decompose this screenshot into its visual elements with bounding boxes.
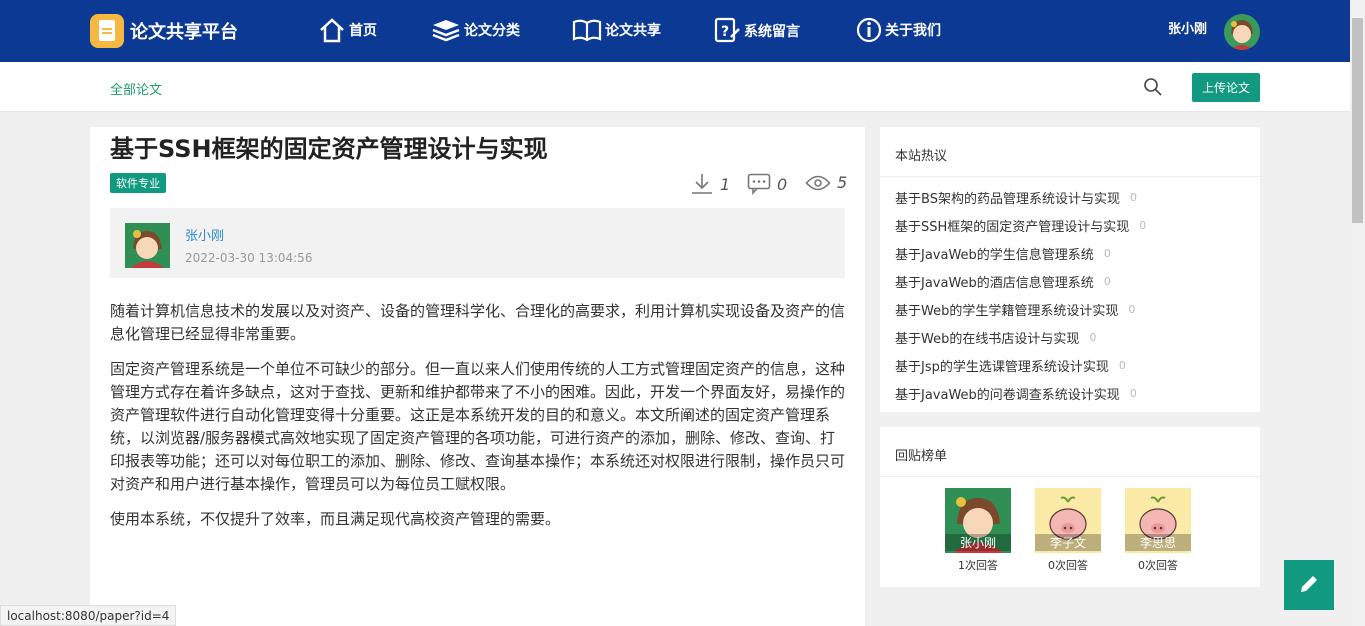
all-papers-link[interactable]: 全部论文: [110, 79, 162, 98]
hot-topic-item[interactable]: 基于SSH框架的固定资产管理设计与实现 0: [895, 211, 1245, 239]
reply-ranking-title: 回贴榜单: [880, 427, 1260, 477]
nav-home-label: 首页: [349, 23, 377, 39]
reply-ranking-card: 回贴榜单 张小刚 1次回答 李子文 0次回答 李思思 0次回答: [880, 427, 1260, 587]
eye-icon: [805, 175, 831, 190]
author-name-link[interactable]: 张小刚: [185, 225, 224, 244]
upload-paper-button[interactable]: 上传论文: [1192, 73, 1260, 102]
layers-icon: [432, 20, 460, 42]
nav-about-label: 关于我们: [885, 23, 941, 39]
hot-topic-item[interactable]: 基于JavaWeb的酒店信息管理系统 0: [895, 267, 1245, 295]
info-icon: [856, 17, 882, 43]
ranking-user[interactable]: 李子文 0次回答: [1035, 488, 1101, 573]
message-icon: ?: [714, 17, 740, 43]
paper-detail-card: 基于SSH框架的固定资产管理设计与实现 软件专业 1 0 5 张小刚 2022-…: [90, 127, 865, 626]
edit-floating-button[interactable]: [1284, 560, 1334, 610]
author-avatar[interactable]: [125, 223, 170, 268]
hot-topic-item[interactable]: 基于Web的在线书店设计与实现 0: [895, 323, 1245, 351]
user-avatar[interactable]: [1224, 14, 1260, 50]
ranking-user[interactable]: 张小刚 1次回答: [945, 488, 1011, 573]
abstract-paragraph: 使用本系统，不仅提升了效率，而且满足现代高校资产管理的需要。: [110, 510, 561, 528]
site-logo[interactable]: 论文共享平台: [90, 14, 238, 48]
nav-messages-label: 系统留言: [744, 24, 800, 40]
nav-categories-label: 论文分类: [464, 23, 520, 39]
nav-share[interactable]: 论文共享: [572, 17, 661, 43]
svg-text:?: ?: [721, 24, 729, 40]
abstract-paragraph: 固定资产管理系统是一个单位不可缺少的部分。但一直以来人们使用传统的人工方式管理固…: [110, 360, 846, 493]
comment-stat[interactable]: 0: [747, 173, 787, 195]
top-navbar: 论文共享平台 首页 论文分类 论文共享 ? 系统留言 关于我们 张小刚: [0, 0, 1350, 62]
download-stat[interactable]: 1: [690, 173, 730, 195]
hot-topics-card: 本站热议 基于BS架构的药品管理系统设计与实现 0 基于SSH框架的固定资产管理设…: [880, 127, 1260, 412]
hot-topic-item[interactable]: 基于Web的学生学籍管理系统设计实现 0: [895, 295, 1245, 323]
search-icon[interactable]: [1143, 77, 1163, 97]
download-count: 1: [720, 174, 731, 194]
home-icon: [320, 18, 344, 43]
view-count: 5: [837, 173, 848, 192]
nav-categories[interactable]: 论文分类: [431, 17, 520, 43]
current-user-name[interactable]: 张小刚: [1168, 18, 1207, 37]
hot-topics-title: 本站热议: [880, 127, 1260, 177]
sub-toolbar: 全部论文 上传论文: [0, 62, 1350, 112]
hot-topic-item[interactable]: 基于JavaWeb的问卷调查系统设计实现 0: [895, 379, 1245, 407]
ranking-avatar: 李子文: [1035, 488, 1101, 553]
ranking-user[interactable]: 李思思 0次回答: [1125, 488, 1191, 573]
author-info: 张小刚 2022-03-30 13:04:56: [110, 208, 845, 278]
nav-messages[interactable]: ? 系统留言: [713, 17, 800, 45]
paper-abstract: 随着计算机信息技术的发展以及对资产、设备的管理科学化、合理化的高要求，利用计算机…: [110, 300, 845, 543]
paper-title: 基于SSH框架的固定资产管理设计与实现: [110, 135, 548, 163]
nav-home[interactable]: 首页: [318, 17, 377, 43]
pencil-icon: [1301, 575, 1317, 592]
scrollbar-thumb[interactable]: [1352, 18, 1363, 223]
ranking-avatar: 张小刚: [945, 488, 1011, 553]
hot-topic-item[interactable]: 基于JavaWeb的学生信息管理系统 0: [895, 239, 1245, 267]
nav-share-label: 论文共享: [605, 23, 661, 39]
comment-count: 0: [777, 174, 788, 194]
book-icon: [572, 19, 602, 42]
hot-topic-item[interactable]: 基于Jsp的学生选课管理系统设计实现 0: [895, 351, 1245, 379]
download-icon: [692, 174, 712, 194]
site-name: 论文共享平台: [130, 22, 238, 43]
category-tag[interactable]: 软件专业: [110, 173, 166, 193]
comment-icon: [747, 173, 771, 195]
document-logo-icon: [90, 14, 124, 48]
view-stat: 5: [805, 173, 847, 192]
abstract-paragraph: 随着计算机信息技术的发展以及对资产、设备的管理科学化、合理化的高要求，利用计算机…: [110, 302, 846, 343]
status-url-tooltip: localhost:8080/paper?id=4: [0, 605, 177, 626]
hot-topic-item[interactable]: 基于BS架构的药品管理系统设计与实现 0: [895, 183, 1245, 211]
hot-topics-list: 基于BS架构的药品管理系统设计与实现 0 基于SSH框架的固定资产管理设计与实现 0…: [880, 177, 1260, 407]
ranking-avatar: 李思思: [1125, 488, 1191, 553]
nav-about[interactable]: 关于我们: [856, 17, 941, 43]
publish-date: 2022-03-30 13:04:56: [185, 251, 313, 265]
